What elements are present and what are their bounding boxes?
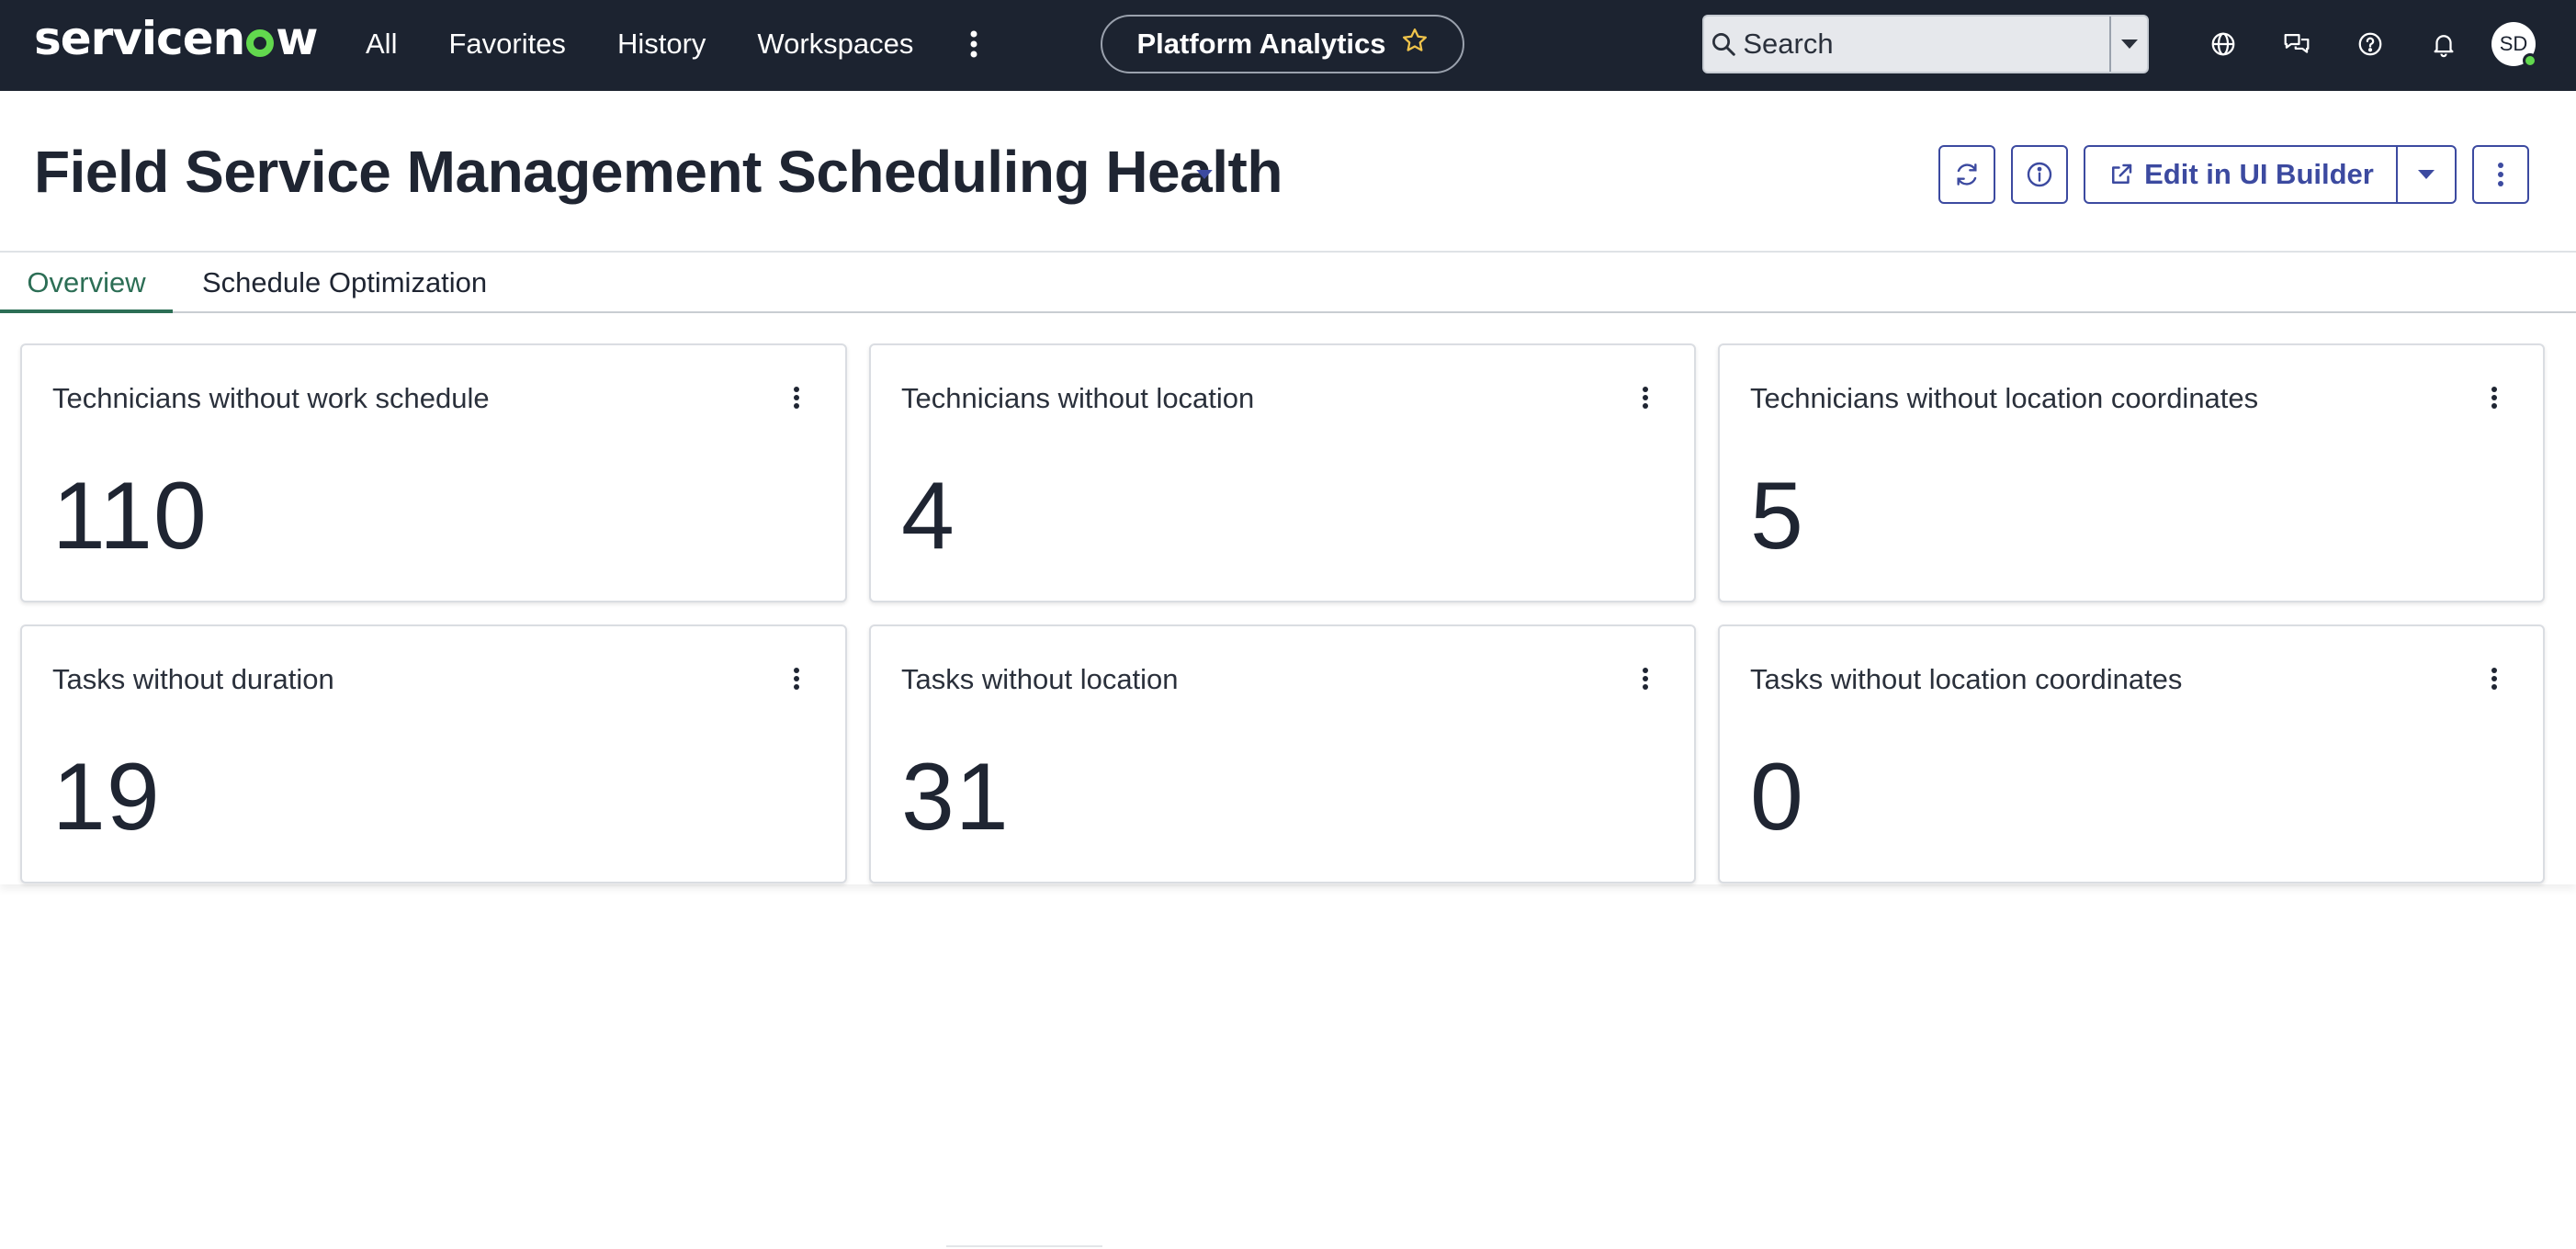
card-title: Technicians without location coordinates [1750, 382, 2259, 414]
search-input[interactable] [1743, 17, 2110, 72]
card-title: Tasks without location coordinates [1750, 663, 2183, 695]
external-link-icon [2112, 163, 2132, 184]
edit-in-ui-builder-button[interactable]: Edit in UI Builder [2084, 145, 2457, 204]
edit-options-dropdown[interactable] [2396, 147, 2455, 202]
page-more-actions-button[interactable] [2472, 145, 2529, 204]
logo-text: servicen [34, 12, 245, 65]
info-icon [2027, 162, 2052, 187]
chevron-down-icon[interactable] [1191, 161, 1218, 188]
metric-card-tasks-without-location-coordinates[interactable]: Tasks without location coordinates 0 [1718, 624, 2545, 883]
refresh-icon [1957, 163, 1977, 186]
page-title: Field Service Management Scheduling Heal… [34, 139, 1282, 205]
bell-icon[interactable] [2407, 17, 2480, 72]
metric-card-tasks-without-location[interactable]: Tasks without location 31 [869, 624, 1696, 883]
card-value[interactable]: 110 [52, 465, 208, 568]
card-title: Tasks without location [901, 663, 1179, 695]
logo-o-ring [246, 29, 275, 57]
avatar-initials: SD [2499, 32, 2528, 55]
top-navigation-bar: servicen w All Favorites History Workspac… [0, 0, 2576, 91]
page-header: Field Service Management Scheduling Heal… [0, 91, 2576, 253]
tab-schedule-optimization[interactable]: Schedule Optimization [202, 254, 487, 313]
dashboard-cards: Technicians without work schedule 110 Te… [0, 313, 2576, 884]
card-more-icon[interactable] [1639, 665, 1652, 692]
card-title: Technicians without location [901, 382, 1255, 414]
avatar[interactable]: SD [2491, 22, 2537, 68]
tab-overview[interactable]: Overview [0, 254, 173, 313]
search-icon [1704, 30, 1743, 58]
nav-all[interactable]: All [366, 28, 397, 61]
card-title: Tasks without duration [52, 663, 334, 695]
card-value[interactable]: 31 [901, 746, 1010, 849]
globe-icon[interactable] [2186, 17, 2260, 72]
divider [946, 1245, 1102, 1247]
metric-card-tasks-without-duration[interactable]: Tasks without duration 19 [20, 624, 847, 883]
nav-workspaces[interactable]: Workspaces [757, 28, 913, 61]
global-search [1702, 15, 2149, 73]
more-vertical-icon [2498, 163, 2503, 186]
context-pill-label: Platform Analytics [1136, 28, 1386, 60]
metric-card-technicians-without-location-coordinates[interactable]: Technicians without location coordinates… [1718, 343, 2545, 602]
card-more-icon[interactable] [1639, 384, 1652, 411]
info-button[interactable] [2011, 145, 2068, 204]
more-menu-icon[interactable] [965, 26, 983, 62]
chevron-down-icon [2120, 39, 2138, 49]
edit-in-ui-builder-main[interactable]: Edit in UI Builder [2085, 147, 2396, 202]
chevron-down-icon [2418, 170, 2435, 179]
refresh-button[interactable] [1938, 145, 1995, 204]
nav-favorites[interactable]: Favorites [448, 28, 565, 61]
presence-indicator [2523, 53, 2537, 68]
help-icon[interactable] [2333, 17, 2407, 72]
card-more-icon[interactable] [2488, 665, 2501, 692]
card-more-icon[interactable] [2488, 384, 2501, 411]
metric-card-technicians-without-location[interactable]: Technicians without location 4 [869, 343, 1696, 602]
tab-bar: Overview Schedule Optimization [0, 254, 2576, 313]
top-icons [2186, 0, 2480, 88]
context-pill-platform-analytics[interactable]: Platform Analytics [1101, 15, 1464, 73]
card-value[interactable]: 0 [1750, 746, 1804, 849]
chat-icon[interactable] [2260, 17, 2333, 72]
main-menu: All Favorites History Workspaces [366, 0, 983, 88]
servicenow-logo[interactable]: servicen w [34, 11, 318, 66]
search-scope-dropdown[interactable] [2109, 17, 2147, 72]
card-title: Technicians without work schedule [52, 382, 490, 414]
card-value[interactable]: 19 [52, 746, 161, 849]
card-more-icon[interactable] [790, 384, 803, 411]
card-value[interactable]: 5 [1750, 465, 1804, 568]
nav-history[interactable]: History [617, 28, 706, 61]
metric-card-technicians-without-work-schedule[interactable]: Technicians without work schedule 110 [20, 343, 847, 602]
logo-text-end: w [276, 12, 318, 65]
card-more-icon[interactable] [790, 665, 803, 692]
card-value[interactable]: 4 [901, 465, 955, 568]
star-icon[interactable] [1401, 27, 1429, 62]
edit-in-ui-builder-label: Edit in UI Builder [2144, 158, 2374, 190]
